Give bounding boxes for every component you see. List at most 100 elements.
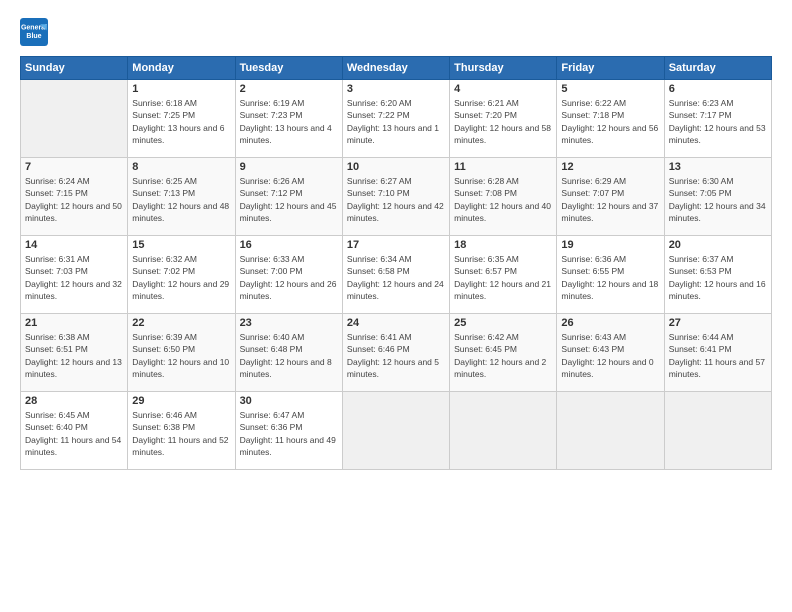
calendar-cell: 7Sunrise: 6:24 AMSunset: 7:15 PMDaylight… <box>21 158 128 236</box>
weekday-header-monday: Monday <box>128 57 235 80</box>
day-detail: Sunrise: 6:44 AMSunset: 6:41 PMDaylight:… <box>669 331 767 380</box>
day-detail: Sunrise: 6:19 AMSunset: 7:23 PMDaylight:… <box>240 97 338 146</box>
weekday-header-row: SundayMondayTuesdayWednesdayThursdayFrid… <box>21 57 772 80</box>
calendar-cell: 21 Sunrise: 6:38 AMSunset: 6:51 PMDayligh… <box>21 314 128 392</box>
day-number: 3 <box>347 83 445 95</box>
day-number: 10 <box>347 161 445 173</box>
day-number: 26 <box>561 317 659 329</box>
calendar-cell <box>557 392 664 470</box>
day-detail: Sunrise: 6:26 AMSunset: 7:12 PMDaylight:… <box>240 175 338 224</box>
calendar-cell: 22 Sunrise: 6:39 AMSunset: 6:50 PMDayligh… <box>128 314 235 392</box>
day-detail: Sunrise: 6:29 AMSunset: 7:07 PMDaylight:… <box>561 175 659 224</box>
day-number: 4 <box>454 83 552 95</box>
day-number: 15 <box>132 239 230 251</box>
day-detail: Sunrise: 6:41 AMSunset: 6:46 PMDaylight:… <box>347 331 445 380</box>
page: General Blue SundayMondayTuesdayWednesda… <box>0 0 792 612</box>
calendar-cell: 4 Sunrise: 6:21 AMSunset: 7:20 PMDaylight… <box>450 80 557 158</box>
day-number: 14 <box>25 239 123 251</box>
calendar-cell: 3 Sunrise: 6:20 AMSunset: 7:22 PMDaylight… <box>342 80 449 158</box>
day-number: 1 <box>132 83 230 95</box>
day-detail: Sunrise: 6:36 AMSunset: 6:55 PMDaylight:… <box>561 253 659 302</box>
day-number: 23 <box>240 317 338 329</box>
day-number: 28 <box>25 395 123 407</box>
day-detail: Sunrise: 6:34 AMSunset: 6:58 PMDaylight:… <box>347 253 445 302</box>
header: General Blue <box>20 18 772 46</box>
day-detail: Sunrise: 6:46 AMSunset: 6:38 PMDaylight:… <box>132 409 230 458</box>
day-number: 9 <box>240 161 338 173</box>
day-number: 13 <box>669 161 767 173</box>
day-number: 20 <box>669 239 767 251</box>
calendar-cell: 14 Sunrise: 6:31 AMSunset: 7:03 PMDayligh… <box>21 236 128 314</box>
calendar-cell <box>342 392 449 470</box>
calendar-cell: 29 Sunrise: 6:46 AMSunset: 6:38 PMDayligh… <box>128 392 235 470</box>
day-number: 27 <box>669 317 767 329</box>
day-detail: Sunrise: 6:31 AMSunset: 7:03 PMDaylight:… <box>25 253 123 302</box>
calendar-cell: 28Sunrise: 6:45 AMSunset: 6:40 PMDayligh… <box>21 392 128 470</box>
calendar-cell: 10 Sunrise: 6:27 AMSunset: 7:10 PMDayligh… <box>342 158 449 236</box>
calendar-cell: 19 Sunrise: 6:36 AMSunset: 6:55 PMDayligh… <box>557 236 664 314</box>
week-row-4: 21 Sunrise: 6:38 AMSunset: 6:51 PMDayligh… <box>21 314 772 392</box>
day-detail: Sunrise: 6:37 AMSunset: 6:53 PMDaylight:… <box>669 253 767 302</box>
day-detail: Sunrise: 6:35 AMSunset: 6:57 PMDaylight:… <box>454 253 552 302</box>
day-detail: Sunrise: 6:43 AMSunset: 6:43 PMDaylight:… <box>561 331 659 380</box>
day-detail: Sunrise: 6:32 AMSunset: 7:02 PMDaylight:… <box>132 253 230 302</box>
day-detail: Sunrise: 6:22 AMSunset: 7:18 PMDaylight:… <box>561 97 659 146</box>
day-detail: Sunrise: 6:23 AMSunset: 7:17 PMDaylight:… <box>669 97 767 146</box>
weekday-header-saturday: Saturday <box>664 57 771 80</box>
day-detail: Sunrise: 6:38 AMSunset: 6:51 PMDaylight:… <box>25 331 123 380</box>
day-number: 24 <box>347 317 445 329</box>
calendar-cell: 16 Sunrise: 6:33 AMSunset: 7:00 PMDayligh… <box>235 236 342 314</box>
day-number: 12 <box>561 161 659 173</box>
weekday-header-tuesday: Tuesday <box>235 57 342 80</box>
calendar-cell <box>664 392 771 470</box>
calendar-table: SundayMondayTuesdayWednesdayThursdayFrid… <box>20 56 772 470</box>
day-number: 29 <box>132 395 230 407</box>
calendar-cell: 27 Sunrise: 6:44 AMSunset: 6:41 PMDayligh… <box>664 314 771 392</box>
day-number: 18 <box>454 239 552 251</box>
calendar-cell: 26 Sunrise: 6:43 AMSunset: 6:43 PMDayligh… <box>557 314 664 392</box>
day-number: 11 <box>454 161 552 173</box>
day-detail: Sunrise: 6:20 AMSunset: 7:22 PMDaylight:… <box>347 97 445 146</box>
svg-text:Blue: Blue <box>26 33 41 40</box>
calendar-cell: 2 Sunrise: 6:19 AMSunset: 7:23 PMDaylight… <box>235 80 342 158</box>
day-number: 25 <box>454 317 552 329</box>
day-number: 17 <box>347 239 445 251</box>
calendar-cell: 25 Sunrise: 6:42 AMSunset: 6:45 PMDayligh… <box>450 314 557 392</box>
day-detail: Sunrise: 6:42 AMSunset: 6:45 PMDaylight:… <box>454 331 552 380</box>
calendar-cell: 11Sunrise: 6:28 AMSunset: 7:08 PMDayligh… <box>450 158 557 236</box>
week-row-2: 7Sunrise: 6:24 AMSunset: 7:15 PMDaylight… <box>21 158 772 236</box>
weekday-header-friday: Friday <box>557 57 664 80</box>
day-number: 22 <box>132 317 230 329</box>
day-detail: Sunrise: 6:30 AMSunset: 7:05 PMDaylight:… <box>669 175 767 224</box>
week-row-3: 14 Sunrise: 6:31 AMSunset: 7:03 PMDayligh… <box>21 236 772 314</box>
calendar-cell: 15 Sunrise: 6:32 AMSunset: 7:02 PMDayligh… <box>128 236 235 314</box>
calendar-cell: 9 Sunrise: 6:26 AMSunset: 7:12 PMDaylight… <box>235 158 342 236</box>
day-number: 19 <box>561 239 659 251</box>
day-detail: Sunrise: 6:18 AMSunset: 7:25 PMDaylight:… <box>132 97 230 146</box>
day-number: 6 <box>669 83 767 95</box>
day-number: 21 <box>25 317 123 329</box>
calendar-cell: 30 Sunrise: 6:47 AMSunset: 6:36 PMDayligh… <box>235 392 342 470</box>
calendar-cell: 24 Sunrise: 6:41 AMSunset: 6:46 PMDayligh… <box>342 314 449 392</box>
calendar-cell <box>21 80 128 158</box>
day-number: 5 <box>561 83 659 95</box>
week-row-1: 1 Sunrise: 6:18 AMSunset: 7:25 PMDaylight… <box>21 80 772 158</box>
calendar-cell: 20 Sunrise: 6:37 AMSunset: 6:53 PMDayligh… <box>664 236 771 314</box>
day-number: 8 <box>132 161 230 173</box>
day-number: 2 <box>240 83 338 95</box>
day-detail: Sunrise: 6:21 AMSunset: 7:20 PMDaylight:… <box>454 97 552 146</box>
calendar-cell: 12 Sunrise: 6:29 AMSunset: 7:07 PMDayligh… <box>557 158 664 236</box>
day-number: 30 <box>240 395 338 407</box>
calendar-cell: 13 Sunrise: 6:30 AMSunset: 7:05 PMDayligh… <box>664 158 771 236</box>
day-detail: Sunrise: 6:47 AMSunset: 6:36 PMDaylight:… <box>240 409 338 458</box>
day-detail: Sunrise: 6:33 AMSunset: 7:00 PMDaylight:… <box>240 253 338 302</box>
calendar-cell: 1 Sunrise: 6:18 AMSunset: 7:25 PMDaylight… <box>128 80 235 158</box>
logo-icon: General Blue <box>20 18 48 46</box>
calendar-cell <box>450 392 557 470</box>
weekday-header-wednesday: Wednesday <box>342 57 449 80</box>
day-detail: Sunrise: 6:27 AMSunset: 7:10 PMDaylight:… <box>347 175 445 224</box>
calendar-cell: 18 Sunrise: 6:35 AMSunset: 6:57 PMDayligh… <box>450 236 557 314</box>
day-detail: Sunrise: 6:39 AMSunset: 6:50 PMDaylight:… <box>132 331 230 380</box>
day-number: 16 <box>240 239 338 251</box>
calendar-cell: 8Sunrise: 6:25 AMSunset: 7:13 PMDaylight… <box>128 158 235 236</box>
